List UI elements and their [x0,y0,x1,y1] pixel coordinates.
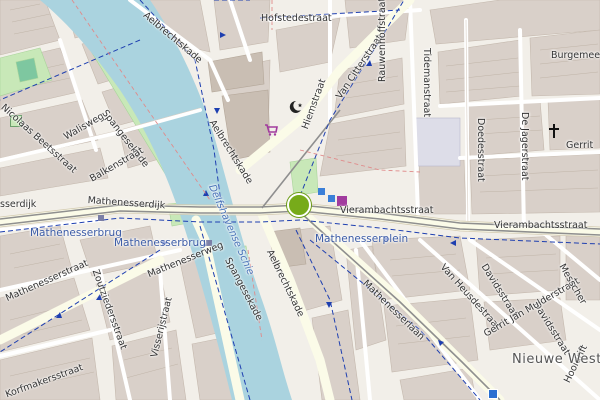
star-and-crescent-icon[interactable] [289,100,303,114]
roundabout-marker[interactable] [287,193,311,217]
tram-stop-icon[interactable] [488,389,498,399]
plaza-area [415,117,461,167]
toilets-icon[interactable] [337,196,347,206]
parking-icon[interactable] [318,188,325,195]
cross-icon[interactable] [548,124,560,138]
tram-stop-icon-south[interactable] [206,240,212,246]
map-view[interactable]: Hofstedestraat Aelbrechtskade Van Citter… [0,0,600,400]
playground-icon[interactable] [10,115,22,127]
tram-stop-icon-west[interactable] [98,215,104,221]
shopping-cart-icon[interactable] [264,124,278,136]
parking-icon-2[interactable] [328,195,335,202]
